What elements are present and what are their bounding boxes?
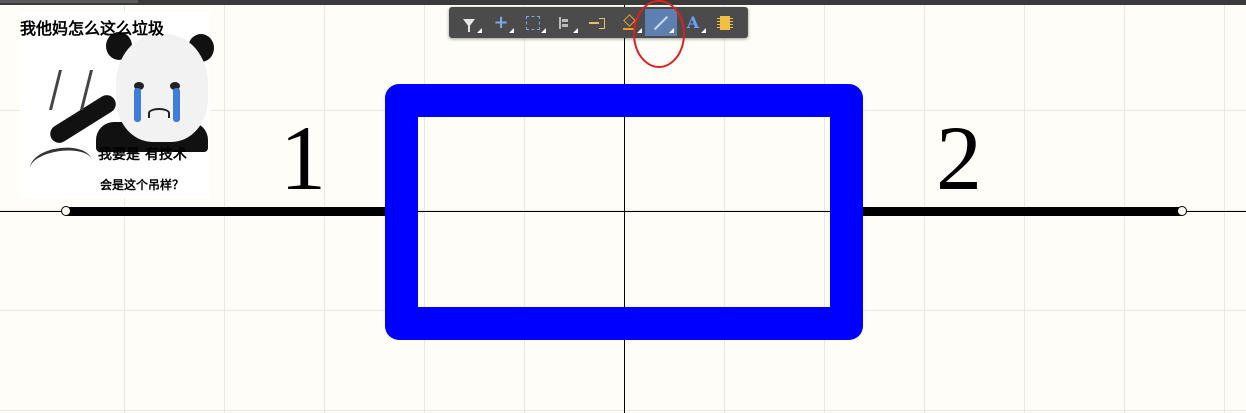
pin-2-endpoint[interactable]	[1177, 206, 1187, 216]
meme-image: 我他妈怎么这么垃圾 我要是 有技术 会是这个吊样？	[20, 12, 214, 198]
pin-1-endpoint[interactable]	[61, 206, 71, 216]
meme-tear-left	[134, 88, 141, 122]
pin-1-label[interactable]: 1	[280, 112, 326, 204]
document-tab[interactable]	[0, 0, 138, 3]
place-part-button[interactable]	[709, 9, 741, 36]
meme-top-text: 我他妈怎么这么垃圾	[20, 19, 165, 38]
pin-1-wire[interactable]	[64, 207, 389, 216]
place-pin-button[interactable]	[581, 9, 613, 36]
meme-mouth	[148, 108, 170, 118]
align-button[interactable]	[549, 9, 581, 36]
plus-icon: +	[493, 12, 509, 33]
resistor-body[interactable]	[385, 84, 863, 340]
align-left-icon	[559, 16, 571, 29]
filter-button[interactable]	[453, 9, 485, 36]
pin-2-label[interactable]: 2	[936, 112, 982, 204]
meme-splash	[28, 143, 94, 186]
select-rectangle-button[interactable]	[517, 9, 549, 36]
highlight-circle-annotation	[633, 0, 685, 68]
move-crosshair-button[interactable]: +	[485, 9, 517, 36]
active-bar-toolbar: + A	[449, 7, 748, 38]
meme-face	[116, 34, 208, 142]
meme-bottom-text-1: 我要是 有技术	[98, 147, 187, 163]
meme-bottom-text-2: 会是这个吊样？	[100, 178, 185, 192]
component-icon	[717, 15, 733, 30]
pin-2-wire[interactable]	[858, 207, 1184, 216]
meme-motion-lines	[49, 70, 93, 110]
meme-tear-right	[173, 88, 180, 122]
dashed-rectangle-icon	[526, 15, 540, 30]
filter-icon	[463, 18, 475, 32]
pin-icon	[589, 17, 605, 29]
text-icon: A	[686, 13, 700, 32]
